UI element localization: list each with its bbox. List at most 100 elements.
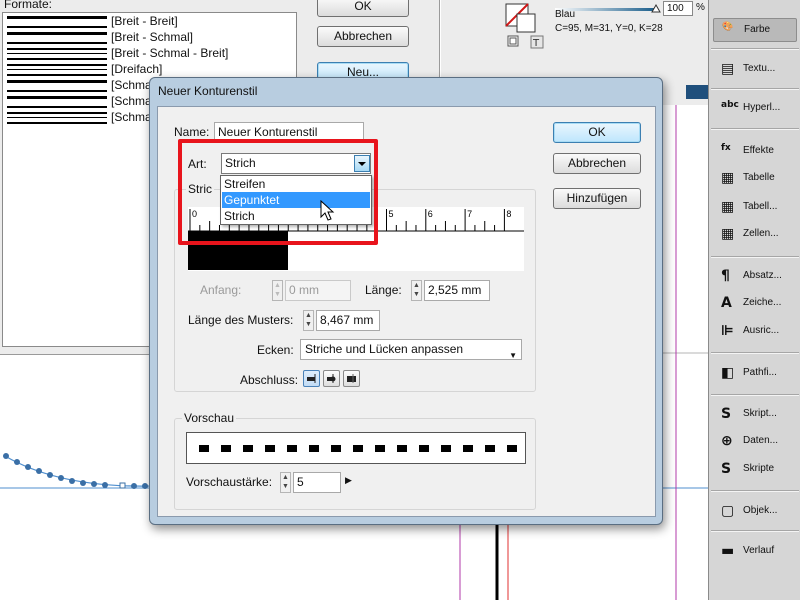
bg-ok-button[interactable]: OK — [317, 0, 409, 17]
dock-item-label: Ausric... — [743, 325, 780, 336]
script-label-icon: S — [721, 406, 732, 422]
path-anchor-points — [3, 453, 148, 489]
hyperlinks-icon: abc — [721, 100, 739, 110]
preview-dash — [441, 445, 451, 452]
dock-item-label: Skripte — [743, 463, 775, 474]
dock-item[interactable]: ⊕ Daten... — [713, 430, 797, 454]
preview-dash — [353, 445, 363, 452]
dock-item-label: Pathfi... — [743, 367, 777, 378]
preview-weight-label: Vorschaustärke: — [186, 475, 273, 489]
swatch-options-icon[interactable]: T — [530, 35, 544, 49]
dock-item-label: Tabell... — [743, 201, 778, 212]
format-list-item[interactable]: [Breit - Schmal - Breit] — [3, 45, 293, 61]
laenge-input[interactable]: 2,525 mm — [424, 280, 490, 301]
format-line-swatch — [7, 112, 107, 114]
tint-slider-handle-icon[interactable] — [651, 4, 661, 14]
dock-item[interactable]: fx Effekte — [713, 140, 797, 164]
preview-weight-spinner[interactable]: ▲ ▼ — [280, 472, 291, 493]
panel-dock: 🎨 Farbe ▤ Textu... abc Hyperl... fx Effekte ▦ Tab… — [708, 0, 800, 600]
dock-separator — [711, 352, 799, 354]
table-styles-icon: ▦ — [721, 199, 735, 215]
preview-dash — [375, 445, 385, 452]
dock-separator — [711, 48, 799, 50]
cap-square-button[interactable] — [343, 370, 360, 387]
preview-dash — [199, 445, 209, 452]
muster-input[interactable]: 8,467 mm — [316, 310, 380, 331]
dock-separator — [711, 394, 799, 396]
format-line-swatch — [7, 80, 107, 83]
cap-butt-button[interactable] — [303, 370, 320, 387]
dock-item[interactable]: 🎨 Farbe — [713, 18, 797, 42]
dock-item-label: Objek... — [743, 505, 778, 516]
muster-spinner[interactable]: ▲ ▼ — [303, 310, 314, 331]
format-line-swatch — [7, 122, 107, 124]
dock-item[interactable]: ▦ Zellen... — [713, 223, 797, 247]
ruler-tick-label: 7 — [467, 209, 472, 219]
tint-unit: % — [696, 2, 705, 13]
format-line-swatch — [7, 106, 107, 108]
dock-item[interactable]: A Zeiche... — [713, 292, 797, 316]
format-line-swatch — [7, 58, 107, 60]
format-line-swatch — [7, 53, 107, 54]
dock-item[interactable]: abc Hyperl... — [713, 97, 797, 121]
dock-item-label: Zellen... — [743, 228, 779, 239]
preview-weight-arrow-icon[interactable]: ▶ — [345, 475, 352, 486]
ok-button[interactable]: OK — [553, 122, 641, 143]
swatch-color-values: C=95, M=31, Y=0, K=28 — [555, 23, 663, 34]
swatch-color-name: Blau — [555, 9, 576, 20]
dock-item[interactable]: ▬ Verlauf — [713, 540, 797, 564]
paragraph-styles-icon: ¶ — [721, 268, 730, 284]
cap-round-button[interactable] — [323, 370, 340, 387]
preview-dash — [221, 445, 231, 452]
table-icon: ▦ — [721, 170, 735, 186]
format-line-swatch — [7, 90, 107, 92]
color-swatch-bar — [686, 85, 708, 99]
format-line-swatch — [7, 42, 107, 44]
dock-item[interactable]: ¶ Absatz... — [713, 265, 797, 289]
preview-weight-input[interactable]: 5 — [293, 472, 341, 493]
dock-item-label: Tabelle — [743, 172, 775, 183]
format-list-item[interactable]: [Dreifach] — [3, 61, 293, 77]
laenge-spinner[interactable]: ▲ ▼ — [411, 280, 422, 301]
gradient-icon: ▬ — [721, 543, 735, 559]
align-icon: ⊫ — [721, 323, 734, 339]
dock-item-label: Skript... — [743, 408, 777, 419]
dock-separator — [711, 88, 799, 90]
dock-item[interactable]: ▢ Objek... — [713, 500, 797, 524]
dock-item[interactable]: ⊫ Ausric... — [713, 320, 797, 344]
data-merge-icon: ⊕ — [721, 433, 733, 449]
dock-item-label: Hyperl... — [743, 102, 781, 113]
ecken-label: Ecken: — [257, 343, 294, 357]
ruler-tick-label: 6 — [428, 209, 433, 219]
format-list-item[interactable]: [Breit - Schmal] — [3, 29, 293, 45]
add-button[interactable]: Hinzufügen — [553, 188, 641, 209]
ecken-select[interactable]: Striche und Lücken anpassen ▼ — [300, 339, 522, 360]
format-list-item[interactable]: [Breit - Breit] — [3, 13, 293, 29]
dock-item[interactable]: ▦ Tabell... — [713, 196, 797, 220]
format-name: [Breit - Schmal] — [111, 30, 194, 44]
tint-input[interactable]: 100 — [663, 1, 693, 16]
format-name: [Schma — [111, 110, 152, 124]
preview-dash — [287, 445, 297, 452]
format-line-swatch — [7, 64, 107, 66]
anfang-input: 0 mm — [285, 280, 351, 301]
format-line-swatch — [7, 74, 107, 76]
muster-label: Länge des Musters: — [188, 313, 294, 327]
dock-item[interactable]: S Skript... — [713, 403, 797, 427]
format-name: [Breit - Breit] — [111, 14, 178, 28]
dock-item[interactable]: ▤ Textu... — [713, 58, 797, 82]
cell-styles-icon: ▦ — [721, 226, 735, 242]
dock-item[interactable]: ▦ Tabelle — [713, 167, 797, 191]
bg-cancel-button[interactable]: Abbrechen — [317, 26, 409, 47]
preview-dash — [331, 445, 341, 452]
dock-item[interactable]: ◧ Pathfi... — [713, 362, 797, 386]
cancel-button[interactable]: Abbrechen — [553, 153, 641, 174]
dock-item-label: Effekte — [743, 145, 774, 156]
dock-item-label: Textu... — [743, 63, 776, 74]
scripts-icon: S — [721, 461, 732, 477]
preview-dash — [507, 445, 517, 452]
ruler-tick-label: 8 — [506, 209, 511, 219]
dock-item-label: Farbe — [744, 24, 771, 35]
stroke-preview — [186, 432, 526, 464]
dock-item[interactable]: S Skripte — [713, 458, 797, 482]
